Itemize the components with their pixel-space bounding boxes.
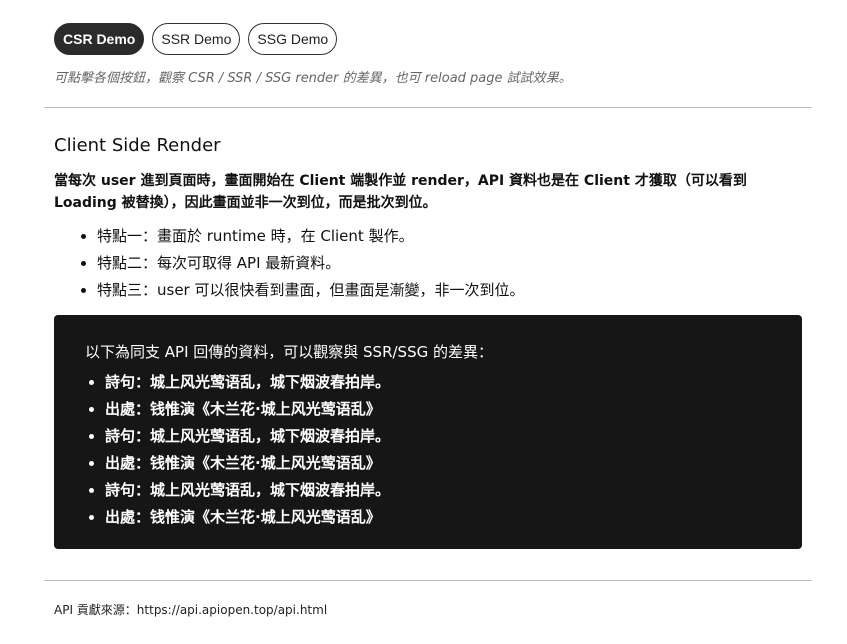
api-data-list: 詩句：城上风光莺语乱，城下烟波春拍岸。 出處：钱惟演《木兰花·城上风光莺语乱》 … xyxy=(85,369,390,531)
bottom-divider xyxy=(44,580,812,581)
ssg-demo-button[interactable]: SSG Demo xyxy=(248,23,338,55)
feature-item: 特點一：畫面於 runtime 時，在 Client 製作。 xyxy=(97,223,525,250)
api-data-panel: 以下為同支 API 回傳的資料，可以觀察與 SSR/SSG 的差異： 詩句：城上… xyxy=(54,315,802,549)
ssr-demo-button[interactable]: SSR Demo xyxy=(152,23,241,55)
api-data-item: 詩句：城上风光莺语乱，城下烟波春拍岸。 xyxy=(105,423,390,450)
api-data-item: 詩句：城上风光莺语乱，城下烟波春拍岸。 xyxy=(105,369,390,396)
feature-item: 特點三：user 可以很快看到畫面，但畫面是漸變，非一次到位。 xyxy=(97,277,525,304)
section-title: Client Side Render xyxy=(54,135,221,156)
api-data-item: 出處：钱惟演《木兰花·城上风光莺语乱》 xyxy=(105,504,390,531)
api-data-item: 出處：钱惟演《木兰花·城上风光莺语乱》 xyxy=(105,396,390,423)
api-source-text: API 貢獻來源：https://api.apiopen.top/api.htm… xyxy=(54,603,328,617)
api-data-item: 出處：钱惟演《木兰花·城上风光莺语乱》 xyxy=(105,450,390,477)
hint-text: 可點擊各個按鈕，觀察 CSR / SSR / SSG render 的差異，也可… xyxy=(54,71,572,86)
render-mode-tabs: CSR Demo SSR Demo SSG Demo xyxy=(54,23,338,55)
api-data-item: 詩句：城上风光莺语乱，城下烟波春拍岸。 xyxy=(105,477,390,504)
top-divider xyxy=(44,107,812,108)
feature-list: 特點一：畫面於 runtime 時，在 Client 製作。 特點二：每次可取得… xyxy=(54,223,525,304)
feature-item: 特點二：每次可取得 API 最新資料。 xyxy=(97,250,525,277)
panel-title: 以下為同支 API 回傳的資料，可以觀察與 SSR/SSG 的差異： xyxy=(85,343,493,361)
section-description: 當每次 user 進到頁面時，畫面開始在 Client 端製作並 render，… xyxy=(54,173,747,211)
csr-demo-button[interactable]: CSR Demo xyxy=(54,23,145,55)
